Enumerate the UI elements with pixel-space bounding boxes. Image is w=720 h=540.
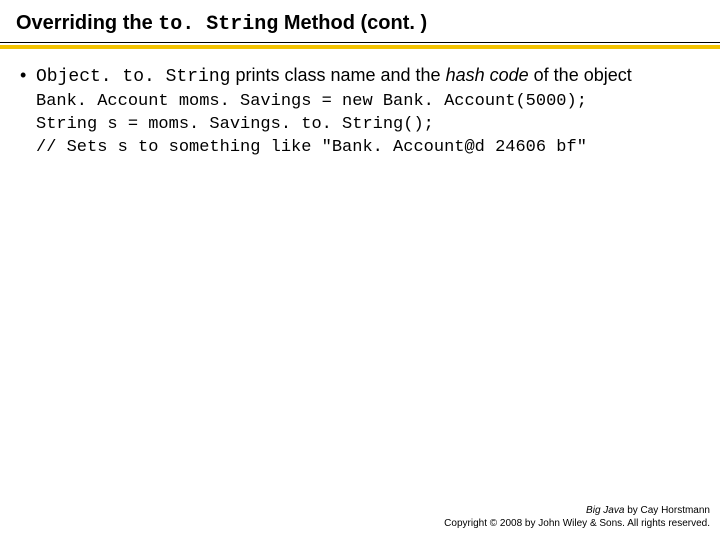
bullet-code: Object. to. String bbox=[36, 67, 230, 87]
title-part2: Method (cont. ) bbox=[284, 12, 427, 34]
footer-author: by Cay Horstmann bbox=[627, 505, 710, 516]
title-part1: Overriding the bbox=[16, 12, 158, 34]
code-block: Bank. Account moms. Savings = new Bank. … bbox=[36, 91, 700, 160]
bullet-text: Object. to. String prints class name and… bbox=[36, 63, 700, 89]
bullet-item: • Object. to. String prints class name a… bbox=[20, 63, 700, 89]
slide-title: Overriding the to. String Method (cont. … bbox=[16, 12, 427, 34]
bullet-text-1: prints class name and the bbox=[235, 65, 445, 85]
footer-line2: Copyright © 2008 by John Wiley & Sons. A… bbox=[444, 518, 710, 531]
footer-line1: Big Java by Cay Horstmann bbox=[444, 505, 710, 518]
bullet-marker: • bbox=[20, 63, 36, 87]
title-rule-thin bbox=[0, 42, 720, 43]
bullet-italic: hash code bbox=[446, 65, 529, 85]
footer: Big Java by Cay Horstmann Copyright © 20… bbox=[444, 505, 710, 530]
title-code: to. String bbox=[158, 13, 278, 36]
bullet-text-2: of the object bbox=[534, 65, 632, 85]
footer-book: Big Java bbox=[586, 505, 624, 516]
